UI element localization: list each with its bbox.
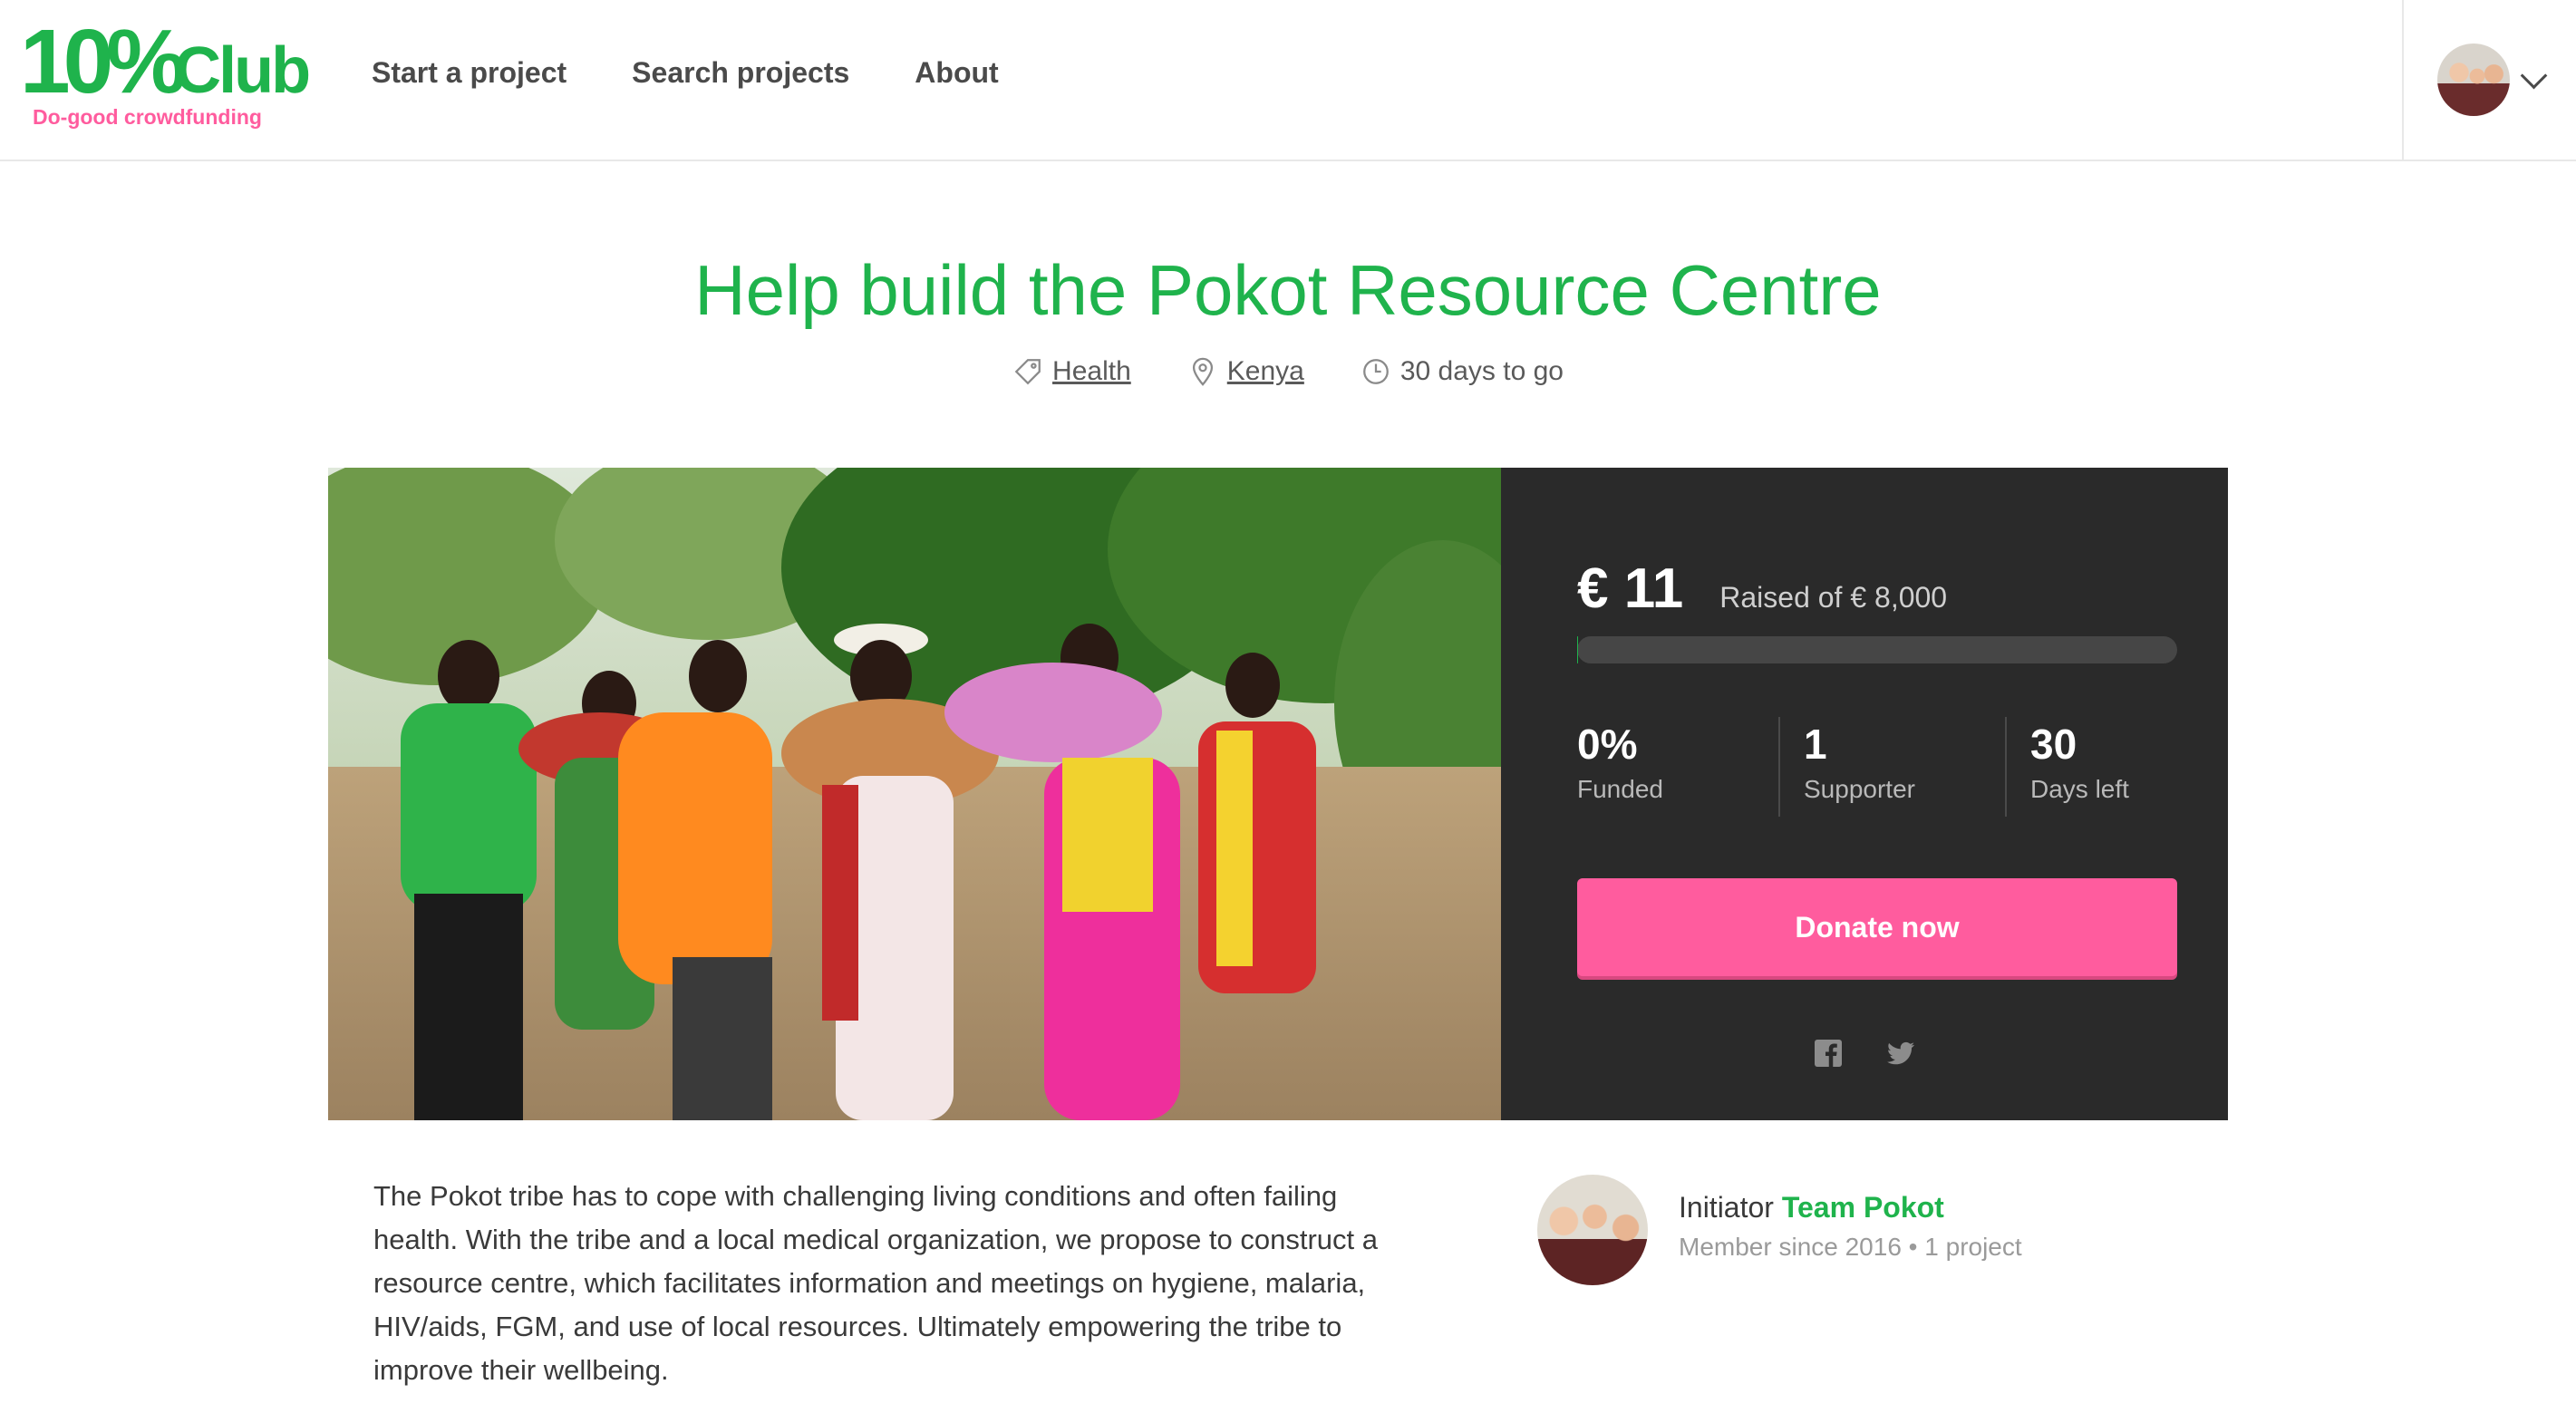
donate-button[interactable]: Donate now bbox=[1577, 878, 2177, 976]
theme-link[interactable]: Health bbox=[1052, 352, 1131, 392]
funding-progress-bar bbox=[1577, 636, 2177, 663]
stat-label: Supporter bbox=[1804, 775, 1915, 803]
nav-search-projects[interactable]: Search projects bbox=[632, 53, 849, 92]
stat-supporters: 1 Supporter bbox=[1778, 717, 2005, 817]
logo-tagline: Do-good crowdfunding bbox=[33, 105, 262, 129]
stat-days-left: 30 Days left bbox=[2005, 717, 2153, 817]
initiator-prefix: Initiator bbox=[1679, 1191, 1774, 1224]
user-menu[interactable] bbox=[2402, 0, 2576, 160]
stat-value: 1 bbox=[1804, 721, 1827, 768]
stat-label: Funded bbox=[1577, 775, 1663, 803]
stat-value: 0% bbox=[1577, 721, 1638, 768]
share-links bbox=[1501, 1037, 2228, 1070]
raised-target: Raised of € 8,000 bbox=[1719, 581, 1948, 614]
location-pin-icon bbox=[1192, 357, 1213, 386]
project-photo bbox=[328, 468, 1501, 1120]
user-avatar[interactable] bbox=[2436, 44, 2510, 116]
main-nav: Start a project Search projects About bbox=[372, 53, 999, 92]
chevron-down-icon[interactable] bbox=[2520, 62, 2547, 89]
nav-start-project[interactable]: Start a project bbox=[372, 53, 567, 92]
raised-summary: € 11 Raised of € 8,000 bbox=[1577, 557, 1947, 621]
funding-panel: € 11 Raised of € 8,000 0% Funded 1 Suppo… bbox=[1501, 468, 2228, 1120]
stat-label: Days left bbox=[2030, 775, 2129, 803]
project-photo-illustration bbox=[328, 468, 1501, 1120]
project-description: The Pokot tribe has to cope with challen… bbox=[373, 1180, 1379, 1386]
meta-theme: Health bbox=[1012, 352, 1131, 392]
meta-location: Kenya bbox=[1187, 352, 1304, 392]
funding-stats: 0% Funded 1 Supporter 30 Days left bbox=[1577, 717, 2177, 817]
raised-amount: € 11 bbox=[1577, 557, 1684, 620]
nav-about[interactable]: About bbox=[915, 53, 998, 92]
facebook-icon[interactable] bbox=[1812, 1037, 1845, 1070]
time-left-text: 30 days to go bbox=[1399, 356, 1564, 386]
funding-progress-fill bbox=[1577, 636, 1578, 663]
project-title: Help build the Pokot Resource Centre bbox=[694, 250, 1882, 330]
country-link[interactable]: Kenya bbox=[1227, 352, 1304, 392]
twitter-icon[interactable] bbox=[1884, 1037, 1917, 1070]
logo-mark: 10%Club bbox=[20, 11, 311, 112]
tag-icon bbox=[1014, 359, 1041, 385]
initiator-avatar[interactable] bbox=[1537, 1175, 1648, 1285]
site-logo[interactable]: 10%Club Do-good crowdfunding bbox=[20, 15, 311, 137]
meta-time: 30 days to go bbox=[1361, 352, 1564, 392]
initiator-card: Initiator Team Pokot Member since 2016 •… bbox=[1537, 1175, 2022, 1285]
project-meta: Health Kenya 30 days to go bbox=[0, 352, 2576, 392]
initiator-name-link[interactable]: Team Pokot bbox=[1782, 1191, 1944, 1224]
clock-icon bbox=[1362, 359, 1389, 384]
stat-funded: 0% Funded bbox=[1577, 717, 1778, 817]
stat-value: 30 bbox=[2030, 721, 2077, 768]
initiator-subtitle: Member since 2016 • 1 project bbox=[1679, 1233, 2022, 1261]
initiator-line: Initiator Team Pokot bbox=[1679, 1187, 2022, 1227]
project-hero: € 11 Raised of € 8,000 0% Funded 1 Suppo… bbox=[328, 468, 2228, 1120]
site-header: 10%Club Do-good crowdfunding Start a pro… bbox=[0, 0, 2576, 161]
